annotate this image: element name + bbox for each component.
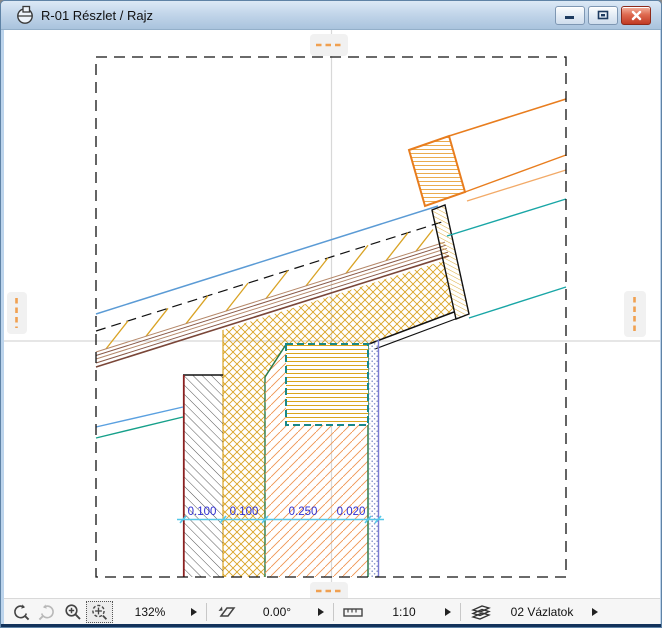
purlin-top-edge-line [448,98,567,137]
restore-button[interactable] [588,5,618,25]
separator [460,602,461,621]
minimize-icon [565,15,574,19]
separator [206,602,207,621]
scale-button[interactable] [339,601,367,623]
detail-marker-icon [17,5,33,24]
plaster-strip[interactable] [369,340,380,577]
zoom-menu-arrow[interactable] [187,601,201,623]
zoom-back-button[interactable] [8,601,34,623]
purlin-section[interactable] [407,98,567,208]
zoom-in-button[interactable] [60,601,86,623]
dimension-label-2[interactable]: 0.100 [230,506,259,518]
boundary-handle-bottom[interactable] [310,582,348,598]
layers-button[interactable] [466,601,496,623]
scale-ruler-icon [343,607,363,617]
detail-window: R-01 Részlet / Rajz 0.100 0.100 0.250 0.… [0,0,662,628]
zoom-back-icon [14,603,30,620]
hatched-column[interactable] [182,374,223,577]
separator [333,602,334,621]
detail-drawing-svg: 0.100 0.100 0.250 0.020 [4,30,660,598]
titlebar[interactable]: R-01 Részlet / Rajz [1,1,661,30]
statusbar: 132% 0.00° 1:10 02 Vázlatok [4,598,660,624]
layer-menu-arrow[interactable] [588,601,602,623]
drawing-canvas[interactable]: 0.100 0.100 0.250 0.020 [4,30,660,598]
right-triangle-icon [318,607,324,616]
restore-icon [597,10,609,20]
boundary-handle-top[interactable] [310,34,348,56]
dimension-label-3[interactable]: 0.250 [289,506,318,518]
fit-in-window-icon [92,604,108,620]
zoom-value[interactable]: 132% [113,601,187,623]
scale-menu-arrow[interactable] [441,601,455,623]
right-triangle-icon [592,607,598,616]
window-title: R-01 Részlet / Rajz [41,7,153,23]
layers-icon [471,604,491,620]
rotation-value[interactable]: 0.00° [240,601,314,623]
rotation-icon [218,606,236,617]
close-button[interactable] [621,5,651,25]
boundary-handle-right[interactable] [624,291,646,337]
zoom-forward-button[interactable] [34,601,60,623]
wall-plate-beam[interactable] [285,343,369,426]
rotation-button[interactable] [212,601,240,623]
zoom-forward-icon [38,603,54,620]
layer-value[interactable]: 02 Vázlatok [496,601,588,623]
dimension-label-1[interactable]: 0.100 [188,506,217,518]
dimension-label-4[interactable]: 0.020 [337,506,366,518]
right-triangle-icon [191,607,197,616]
soffit-extension-lines[interactable] [95,406,184,439]
close-icon [631,10,641,20]
minimize-button[interactable] [555,5,585,25]
rotation-menu-arrow[interactable] [314,601,328,623]
right-triangle-icon [445,607,451,616]
boundary-handle-left[interactable] [7,292,27,334]
window-bottom-border [1,624,661,627]
fit-in-window-button[interactable] [86,600,113,623]
zoom-in-icon [65,603,81,620]
scale-value[interactable]: 1:10 [367,601,441,623]
